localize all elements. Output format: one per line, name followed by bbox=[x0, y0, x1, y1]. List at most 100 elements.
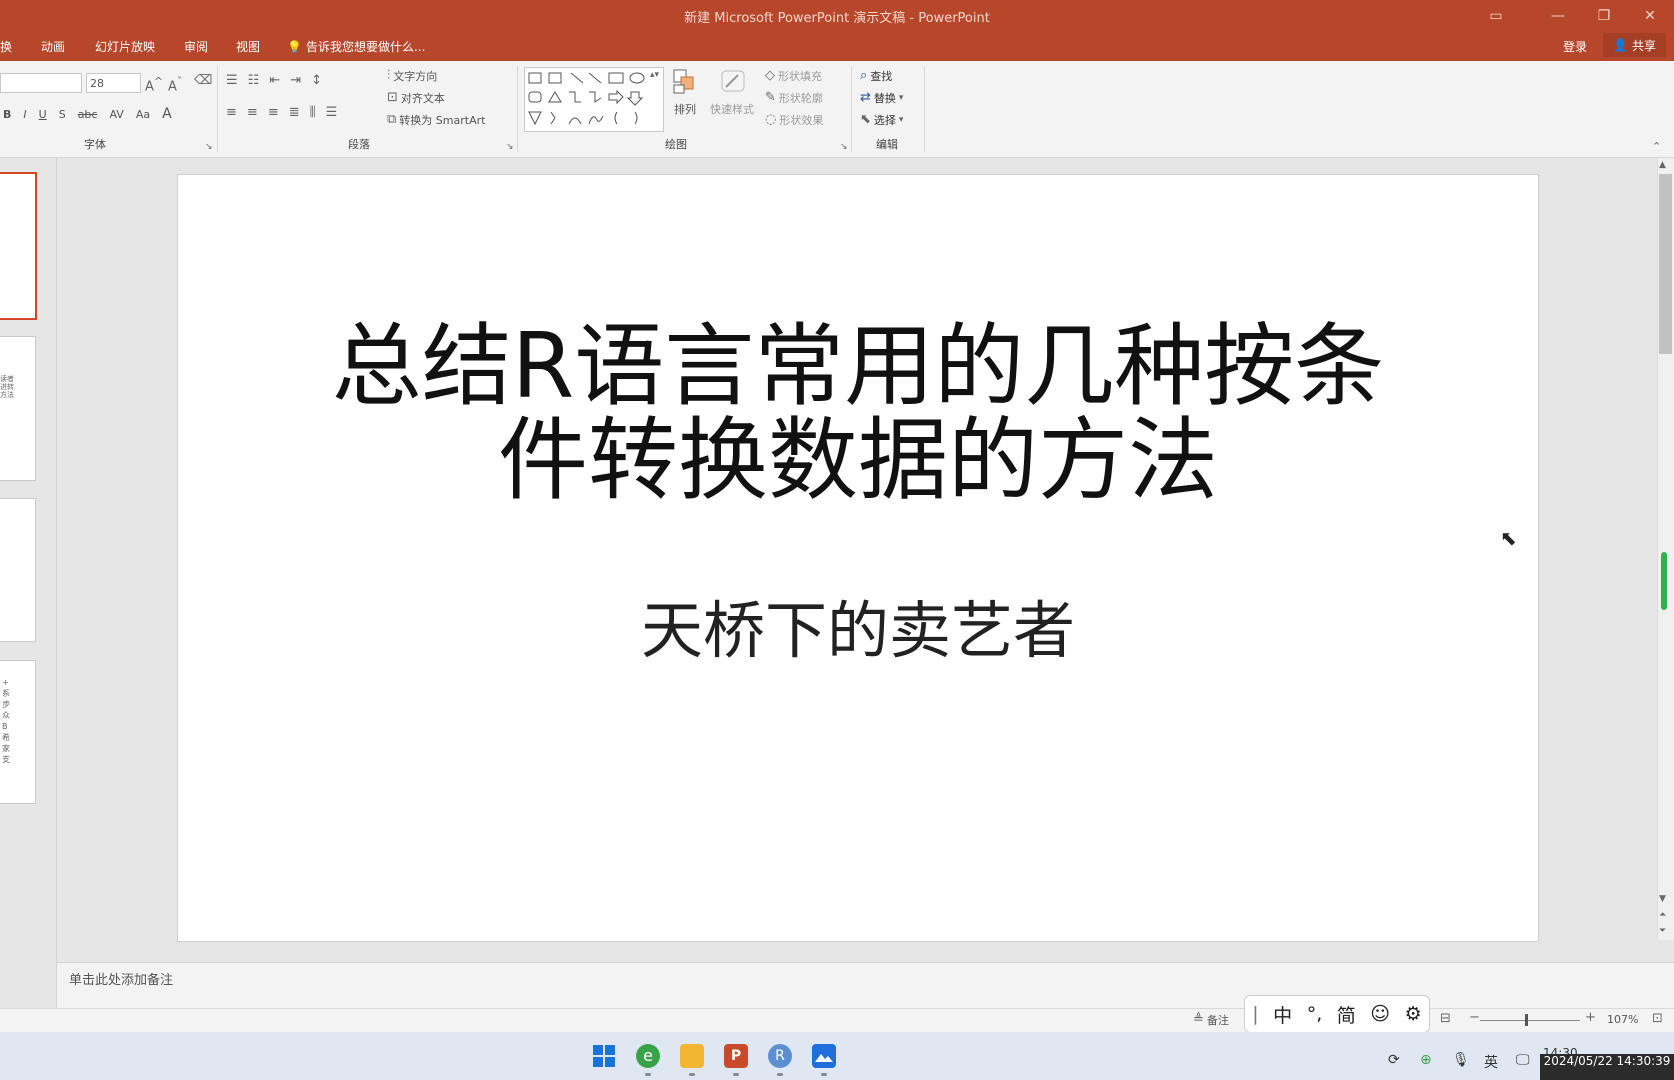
powerpoint-icon[interactable]: P bbox=[724, 1044, 748, 1068]
scroll-up-icon[interactable]: ▲ bbox=[1659, 158, 1666, 172]
windows-start-icon[interactable] bbox=[592, 1044, 616, 1068]
ribbon-display-icon[interactable]: ▭ bbox=[1473, 2, 1519, 30]
notes-placeholder[interactable]: 单击此处添加备注 bbox=[69, 969, 173, 988]
ime-mode-button[interactable]: 中 bbox=[1273, 1001, 1292, 1028]
slide-thumbnail-1[interactable] bbox=[0, 172, 37, 320]
slide-subtitle[interactable]: 天桥下的卖艺者 bbox=[178, 580, 1538, 670]
slide-thumbnail-4[interactable]: + 系 步 众 B 希 家 支 bbox=[0, 660, 36, 804]
slide-canvas[interactable]: 总结R语言常用的几种按条 件转换数据的方法 天桥下的卖艺者 bbox=[177, 174, 1539, 942]
font-size-box[interactable]: 28 bbox=[86, 73, 141, 93]
previous-slide-icon[interactable]: ⏶ bbox=[1659, 908, 1666, 922]
tab-view[interactable]: 视图 bbox=[236, 38, 260, 55]
notes-pane[interactable] bbox=[57, 962, 1674, 1008]
file-explorer-icon[interactable] bbox=[680, 1044, 704, 1068]
windows-logo-svg bbox=[593, 1045, 615, 1067]
shadow-button[interactable]: S bbox=[59, 108, 66, 121]
photos-app-icon[interactable] bbox=[812, 1044, 836, 1068]
sync-icon[interactable]: ⟳ bbox=[1388, 1052, 1400, 1068]
decrease-indent-icon[interactable]: ⇤ bbox=[269, 74, 280, 88]
tab-animations[interactable]: 动画 bbox=[41, 38, 65, 55]
r-language-icon[interactable]: R bbox=[768, 1044, 792, 1068]
tab-review[interactable]: 审阅 bbox=[184, 38, 208, 55]
input-language-indicator[interactable]: 英 bbox=[1484, 1052, 1498, 1072]
close-button[interactable]: ✕ bbox=[1627, 2, 1673, 30]
convert-smartart-button[interactable]: ⧉ 转换为 SmartArt bbox=[387, 112, 485, 128]
italic-button[interactable]: I bbox=[23, 108, 26, 121]
tab-slideshow[interactable]: 幻灯片放映 bbox=[95, 38, 155, 55]
ime-punctuation-button[interactable]: °, bbox=[1307, 1003, 1323, 1025]
restore-button[interactable]: ❐ bbox=[1581, 2, 1627, 30]
login-link[interactable]: 登录 bbox=[1563, 38, 1587, 55]
find-button[interactable]: ⌕ 查找 bbox=[860, 68, 892, 84]
line-spacing-icon[interactable]: ↕ bbox=[311, 74, 322, 88]
zoom-level[interactable]: 107% bbox=[1607, 1013, 1638, 1026]
running-indicator bbox=[821, 1073, 827, 1076]
collapse-ribbon-icon[interactable]: ⌃ bbox=[1652, 140, 1661, 154]
thumbnail-text: 读者 进转 方法 bbox=[0, 375, 14, 399]
network-icon[interactable]: 🖵 bbox=[1516, 1052, 1530, 1068]
notes-toggle-label: 备注 bbox=[1206, 1014, 1229, 1027]
align-left-icon[interactable]: ≡ bbox=[226, 106, 237, 120]
microphone-icon[interactable]: 🎙 bbox=[1452, 1052, 1470, 1068]
quick-styles-label[interactable]: 快速样式 bbox=[710, 101, 754, 117]
presenter-view-icon[interactable]: ⊟ bbox=[1440, 1012, 1451, 1026]
settings-gear-icon[interactable]: ⚙ bbox=[1405, 1003, 1422, 1025]
increase-indent-icon[interactable]: ⇥ bbox=[290, 74, 301, 88]
text-direction-button[interactable]: ⫶ 文字方向 bbox=[387, 68, 437, 84]
tab-transitions[interactable]: 换 bbox=[0, 38, 12, 55]
ime-charset-button[interactable]: 简 bbox=[1337, 1001, 1356, 1028]
scroll-down-icon[interactable]: ▼ bbox=[1659, 892, 1666, 906]
tell-me-search[interactable]: 💡 告诉我您想要做什么... bbox=[287, 38, 425, 55]
arrange-icon[interactable] bbox=[671, 67, 699, 97]
shrink-font-icon[interactable]: Aˇ bbox=[168, 75, 182, 94]
font-color-button[interactable]: A bbox=[162, 106, 172, 122]
bullets-icon[interactable]: ☰ bbox=[226, 74, 238, 88]
select-button[interactable]: ⬉ 选择 ▾ bbox=[860, 112, 903, 128]
share-button[interactable]: 👤 共享 bbox=[1603, 33, 1666, 57]
minimize-button[interactable]: — bbox=[1535, 2, 1581, 30]
numbering-icon[interactable]: ☷ bbox=[248, 74, 260, 88]
align-center-icon[interactable]: ≡ bbox=[247, 106, 258, 120]
scrollbar-thumb[interactable] bbox=[1659, 174, 1672, 354]
emoji-icon[interactable]: ☺ bbox=[1370, 1003, 1390, 1025]
zoom-slider[interactable] bbox=[1480, 1014, 1580, 1026]
slide-thumbnail-3[interactable] bbox=[0, 498, 36, 642]
browser-icon[interactable]: e bbox=[636, 1044, 660, 1068]
slide-thumbnail-2[interactable]: 读者 进转 方法 bbox=[0, 336, 36, 481]
align-right-icon[interactable]: ≡ bbox=[268, 106, 279, 120]
justify-icon[interactable]: ≣ bbox=[289, 106, 300, 120]
grow-font-icon[interactable]: A^ bbox=[145, 75, 163, 94]
zoom-in-icon[interactable]: + bbox=[1585, 1011, 1596, 1025]
bold-button[interactable]: B bbox=[3, 108, 11, 121]
ime-handle[interactable]: | bbox=[1252, 1003, 1258, 1025]
font-name-box[interactable] bbox=[0, 73, 82, 93]
char-spacing-button[interactable]: AV bbox=[109, 108, 123, 121]
running-indicator bbox=[733, 1073, 739, 1076]
align-text-button[interactable]: ⊡ 对齐文本 bbox=[387, 90, 445, 106]
clear-format-icon[interactable]: ⌫ bbox=[194, 74, 212, 88]
next-slide-icon[interactable]: ⏷ bbox=[1659, 924, 1666, 938]
shape-fill-button[interactable]: ◇ 形状填充 bbox=[765, 68, 822, 84]
zoom-out-icon[interactable]: − bbox=[1469, 1011, 1480, 1025]
align-text-icon: ⊡ bbox=[387, 90, 398, 105]
fit-slide-icon[interactable]: ⊡ bbox=[1652, 1012, 1663, 1026]
shape-effects-button[interactable]: ◌ 形状效果 bbox=[765, 112, 823, 128]
shape-outline-button[interactable]: ✎ 形状轮廓 bbox=[765, 90, 823, 106]
replace-button[interactable]: ⇄ 替换 ▾ bbox=[860, 90, 903, 106]
underline-button[interactable]: U bbox=[39, 108, 47, 121]
columns-icon[interactable]: ⫼ bbox=[310, 106, 316, 120]
zoom-slider-knob[interactable] bbox=[1525, 1014, 1528, 1026]
slide-title[interactable]: 总结R语言常用的几种按条 件转换数据的方法 bbox=[178, 320, 1538, 508]
strikethrough-button[interactable]: abc bbox=[78, 108, 98, 121]
drawing-dialog-launcher-icon[interactable]: ↘ bbox=[840, 140, 848, 154]
shapes-gallery[interactable] bbox=[524, 67, 664, 132]
arrange-label[interactable]: 排列 bbox=[674, 101, 696, 117]
change-case-button[interactable]: Aa bbox=[136, 108, 150, 121]
font-dialog-launcher-icon[interactable]: ↘ bbox=[205, 140, 213, 154]
columns-menu-icon[interactable]: ☰ bbox=[326, 106, 338, 120]
security-app-icon[interactable]: ⊕ bbox=[1420, 1052, 1432, 1068]
quick-styles-icon[interactable] bbox=[718, 67, 748, 97]
notes-toggle-button[interactable]: ≜ 备注 bbox=[1193, 1012, 1229, 1028]
gallery-scroll-icon[interactable]: ▴▾ bbox=[650, 68, 659, 82]
paragraph-dialog-launcher-icon[interactable]: ↘ bbox=[506, 140, 514, 154]
